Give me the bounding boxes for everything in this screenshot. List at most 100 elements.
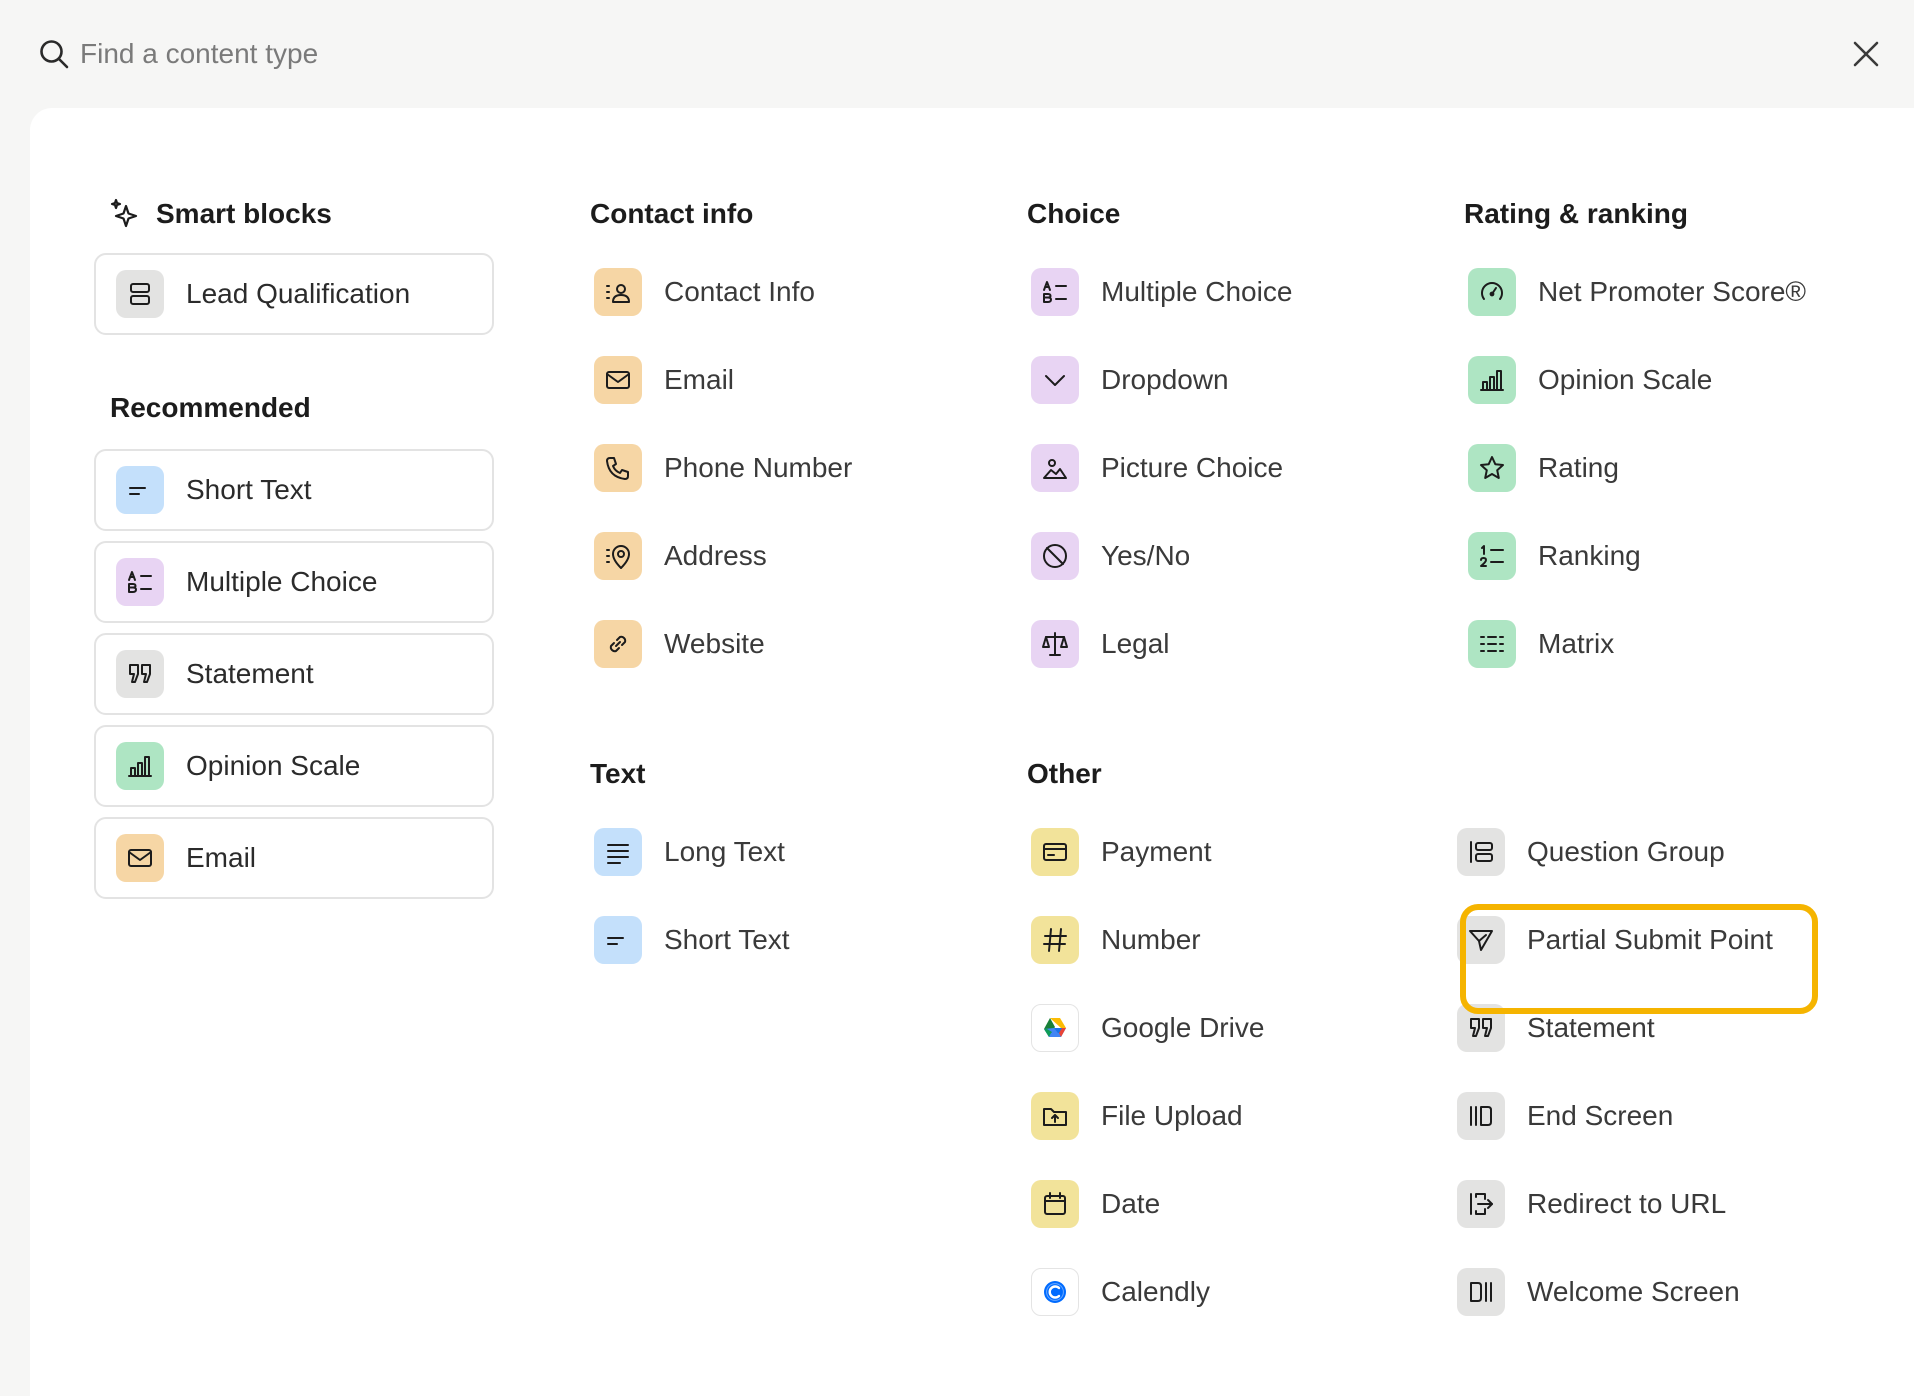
item-contact-info[interactable]: Contact Info [594,262,815,322]
section-heading-label: Rating & ranking [1464,198,1689,229]
section-heading-recommended: Recommended [110,388,311,428]
item-website[interactable]: Website [594,614,765,674]
welcome-screen-icon [1457,1268,1505,1316]
item-welcome-screen[interactable]: Welcome Screen [1457,1262,1740,1322]
item-legal[interactable]: Legal [1031,614,1170,674]
item-label: Calendly [1101,1276,1210,1307]
item-ranking[interactable]: Ranking [1468,526,1641,586]
matrix-icon [1468,620,1516,668]
picture-icon [1031,444,1079,492]
item-label: Opinion Scale [186,750,361,781]
item-calendly[interactable]: Calendly [1031,1262,1210,1322]
item-label: Email [664,364,735,395]
lead-qualification-icon [116,270,164,318]
hash-icon [1031,916,1079,964]
yes-no-icon [1031,532,1079,580]
question-group-icon [1457,828,1505,876]
item-label: Contact Info [664,276,815,307]
item-label: Statement [1527,1012,1655,1043]
item-question-group[interactable]: Question Group [1457,822,1725,882]
chevron-down-icon [1031,356,1079,404]
end-screen-icon [1457,1092,1505,1140]
close-icon[interactable] [1850,38,1882,70]
item-picture-choice[interactable]: Picture Choice [1031,438,1283,498]
item-label: Google Drive [1101,1012,1265,1043]
card-opinion-scale[interactable]: Opinion Scale [94,725,494,807]
item-label: Multiple Choice [186,566,378,597]
item-label: Email [186,842,257,873]
item-label: Opinion Scale [1538,364,1713,395]
card-multiple-choice[interactable]: Multiple Choice [94,541,494,623]
item-statement[interactable]: Statement [1457,998,1655,1058]
item-label: Long Text [664,836,785,867]
section-heading-smart-blocks: Smart blocks [110,194,332,234]
item-partial-submit-point[interactable]: Partial Submit Point [1457,910,1773,970]
item-label: Lead Qualification [186,278,411,309]
send-icon [1457,916,1505,964]
item-label: Yes/No [1101,540,1191,571]
item-date[interactable]: Date [1031,1174,1160,1234]
section-heading-other: Other [1027,754,1102,794]
item-label: Picture Choice [1101,452,1284,483]
multiple-choice-icon [1031,268,1079,316]
item-label: File Upload [1101,1100,1243,1131]
star-icon [1468,444,1516,492]
item-phone-number[interactable]: Phone Number [594,438,852,498]
long-text-icon [594,828,642,876]
item-opinion-scale[interactable]: Opinion Scale [1468,350,1712,410]
item-long-text[interactable]: Long Text [594,822,785,882]
item-matrix[interactable]: Matrix [1468,614,1614,674]
item-yes-no[interactable]: Yes/No [1031,526,1190,586]
calendar-icon [1031,1180,1079,1228]
item-label: Welcome Screen [1527,1276,1740,1307]
sparkle-icon [110,198,138,228]
item-email[interactable]: Email [594,350,734,410]
item-label: Website [664,628,765,659]
multiple-choice-icon [116,558,164,606]
item-address[interactable]: Address [594,526,767,586]
item-google-drive[interactable]: Google Drive [1031,998,1264,1058]
item-label: Number [1101,924,1201,955]
item-label: Short Text [186,474,312,505]
item-label: Address [664,540,767,571]
item-label: Rating [1538,452,1619,483]
item-file-upload[interactable]: File Upload [1031,1086,1243,1146]
section-heading-label: Other [1027,758,1102,789]
item-label: Question Group [1527,836,1725,867]
section-heading-contact-info: Contact info [590,194,753,234]
search-bar [0,0,1914,108]
opinion-scale-icon [1468,356,1516,404]
item-label: Ranking [1538,540,1641,571]
contact-info-icon [594,268,642,316]
item-dropdown[interactable]: Dropdown [1031,350,1229,410]
card-short-text[interactable]: Short Text [94,449,494,531]
item-rating[interactable]: Rating [1468,438,1619,498]
section-heading-label: Choice [1027,198,1121,229]
item-label: Partial Submit Point [1527,924,1773,955]
card-email[interactable]: Email [94,817,494,899]
section-heading-label: Contact info [590,198,754,229]
item-multiple-choice[interactable]: Multiple Choice [1031,262,1292,322]
content-type-panel: Smart blocks Lead Qualification Recommen… [30,108,1914,1396]
item-label: Dropdown [1101,364,1229,395]
item-label: Phone Number [664,452,853,483]
item-end-screen[interactable]: End Screen [1457,1086,1673,1146]
short-text-icon [594,916,642,964]
search-input[interactable] [80,30,1580,78]
scales-icon [1031,620,1079,668]
card-lead-qualification[interactable]: Lead Qualification [94,253,494,335]
item-net-promoter-score[interactable]: Net Promoter Score® [1468,262,1806,322]
item-label: Statement [186,658,314,689]
file-upload-icon [1031,1092,1079,1140]
item-label: Multiple Choice [1101,276,1293,307]
item-label: Net Promoter Score® [1538,276,1807,307]
card-statement[interactable]: Statement [94,633,494,715]
payment-card-icon [1031,828,1079,876]
item-label: Short Text [664,924,790,955]
gauge-icon [1468,268,1516,316]
item-redirect-to-url[interactable]: Redirect to URL [1457,1174,1726,1234]
item-short-text[interactable]: Short Text [594,910,790,970]
item-payment[interactable]: Payment [1031,822,1212,882]
email-icon [116,834,164,882]
item-number[interactable]: Number [1031,910,1201,970]
